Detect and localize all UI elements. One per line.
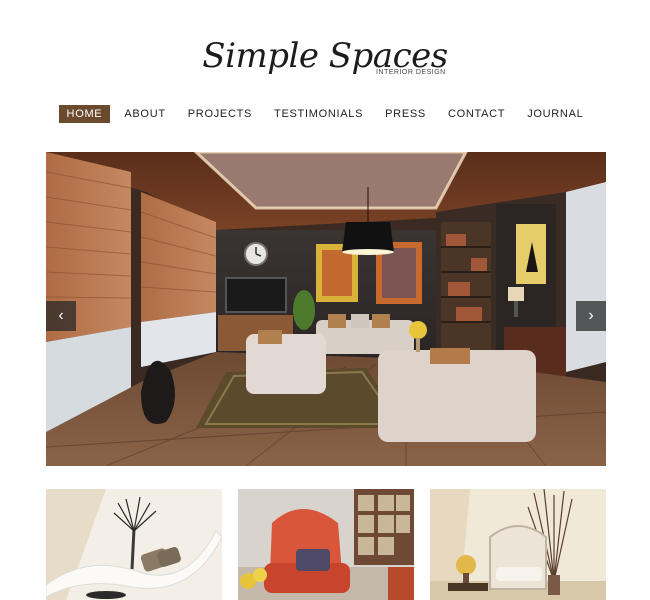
project-thumb-lounge[interactable] [46,489,222,600]
hero-living-room-image [46,152,606,466]
chevron-left-icon: ‹ [58,307,64,324]
nav-item-home[interactable]: HOME [58,105,111,123]
nav-item-projects[interactable]: PROJECTS [180,105,260,123]
white-chair-image [430,489,606,600]
logo-subtitle: INTERIOR DESIGN [375,69,446,76]
chevron-right-icon: › [588,307,594,324]
project-thumb-armchair[interactable] [238,489,414,600]
slider-prev-button[interactable]: ‹ [46,301,76,331]
hero-slider: ‹ › [46,152,606,466]
nav-item-journal[interactable]: JOURNAL [519,105,591,123]
site-logo[interactable]: Simple Spaces INTERIOR DESIGN [0,36,650,76]
red-armchair-image [238,489,414,600]
nav-item-about[interactable]: ABOUT [116,105,173,123]
main-nav: HOME ABOUT PROJECTS TESTIMONIALS PRESS C… [0,105,650,123]
project-thumb-dining[interactable] [430,489,606,600]
nav-item-press[interactable]: PRESS [377,105,434,123]
nav-item-testimonials[interactable]: TESTIMONIALS [266,105,371,123]
lounge-chair-image [46,489,222,600]
featured-projects [46,489,606,600]
nav-item-contact[interactable]: CONTACT [440,105,513,123]
slider-next-button[interactable]: › [576,301,606,331]
